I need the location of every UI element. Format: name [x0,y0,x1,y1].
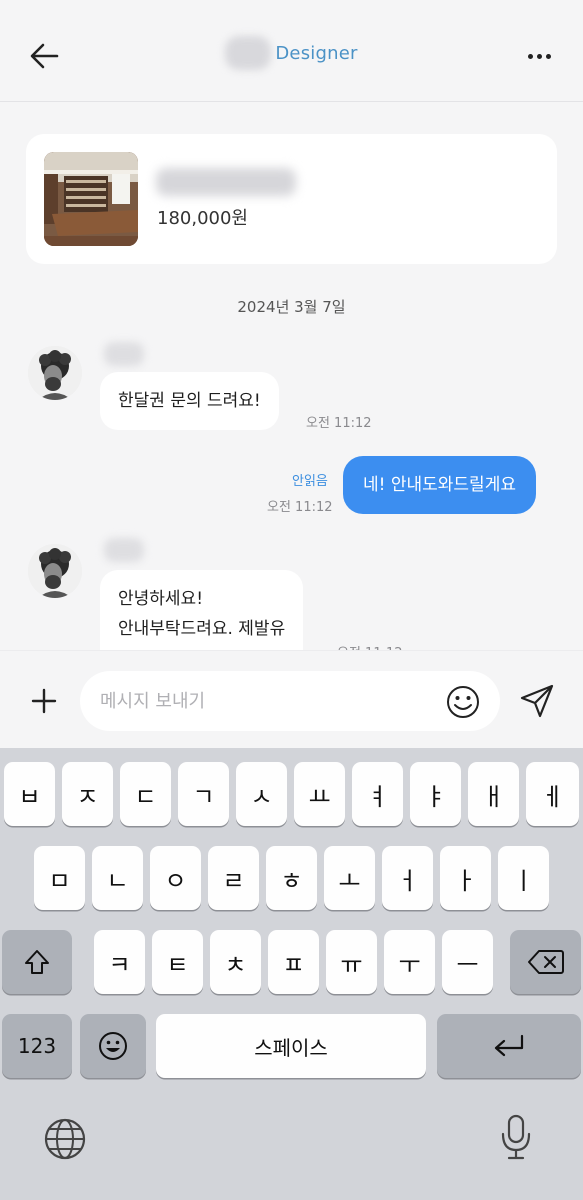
globe-button[interactable] [42,1116,90,1164]
emoji-button[interactable] [444,683,482,721]
key[interactable]: ㅌ [152,930,203,994]
key[interactable]: ㄴ [92,846,143,910]
product-price: 180,000원 [157,208,248,229]
key[interactable]: ㅣ [498,846,549,910]
message-time: 오전 11:12 [267,500,333,515]
send-button[interactable] [516,681,558,721]
message-bubble-outgoing: 네! 안내도와드릴게요 [343,456,536,514]
blurred-sender-name [104,342,144,366]
key[interactable]: ㅍ [268,930,319,994]
avatar[interactable] [28,346,82,400]
backspace-icon [527,950,564,974]
emoji-key[interactable] [80,1014,146,1078]
shift-key[interactable] [2,930,72,994]
attach-button[interactable] [22,679,66,723]
unread-status: 안읽음 [292,474,328,489]
key[interactable]: ㅐ [468,762,519,826]
microphone-icon [501,1114,531,1160]
key[interactable]: ㅊ [210,930,261,994]
send-icon [520,684,554,718]
key[interactable]: ㅜ [384,930,435,994]
key[interactable]: ㅁ [34,846,85,910]
message-bubble-incoming: 한달권 문의 드려요! [100,372,279,430]
key[interactable]: ㄹ [208,846,259,910]
key[interactable]: ㅗ [324,846,375,910]
date-divider: 2024년 3월 7일 [237,298,346,316]
key[interactable]: ㄱ [178,762,229,826]
message-time: 오전 11:12 [306,416,372,431]
chat-header: Designer [0,0,583,102]
return-icon [494,1034,524,1057]
space-key[interactable]: 스페이스 [156,1014,426,1078]
key[interactable]: ㅋ [94,930,145,994]
key[interactable]: ㅎ [266,846,317,910]
blurred-name [225,36,272,70]
more-button[interactable] [519,38,559,74]
shift-icon [25,950,49,974]
message-input-bar [0,650,583,748]
mic-button[interactable] [496,1112,536,1164]
title-text: Designer [275,42,358,64]
smiley-icon [447,686,479,718]
return-key[interactable] [437,1014,581,1078]
key[interactable]: ㅠ [326,930,377,994]
globe-icon [44,1118,86,1160]
product-card[interactable]: 180,000원 [26,134,557,264]
key[interactable]: ㅈ [62,762,113,826]
key[interactable]: ㅂ [4,762,55,826]
more-dots-icon [527,53,533,59]
message-line: 안내부탁드려요. 제발유 [118,619,286,639]
plus-icon [31,688,57,714]
korean-keyboard: ㅂ ㅈ ㄷ ㄱ ㅅ ㅛ ㅕ ㅑ ㅐ ㅔ ㅁ ㄴ ㅇ ㄹ ㅎ ㅗ ㅓ ㅏ ㅣ ㅋ … [0,748,583,1200]
emoji-icon [99,1032,127,1060]
key[interactable]: ㅔ [526,762,579,826]
chat-title: Designer [0,36,583,70]
message-line: 안녕하세요! [118,589,204,609]
key[interactable]: ㅛ [294,762,345,826]
key[interactable]: ㅓ [382,846,433,910]
key[interactable]: ㅇ [150,846,201,910]
key[interactable]: ㅅ [236,762,287,826]
key[interactable]: ㅕ [352,762,403,826]
blurred-sender-name [104,538,144,562]
blurred-product-name [156,168,296,196]
avatar[interactable] [28,544,82,598]
numbers-key[interactable]: 123 [2,1014,72,1078]
key[interactable]: ㄷ [120,762,171,826]
product-image [44,152,138,246]
key[interactable]: ㅏ [440,846,491,910]
message-input[interactable] [80,671,500,731]
key[interactable]: ㅑ [410,762,461,826]
key[interactable]: ㅡ [442,930,493,994]
backspace-key[interactable] [510,930,581,994]
